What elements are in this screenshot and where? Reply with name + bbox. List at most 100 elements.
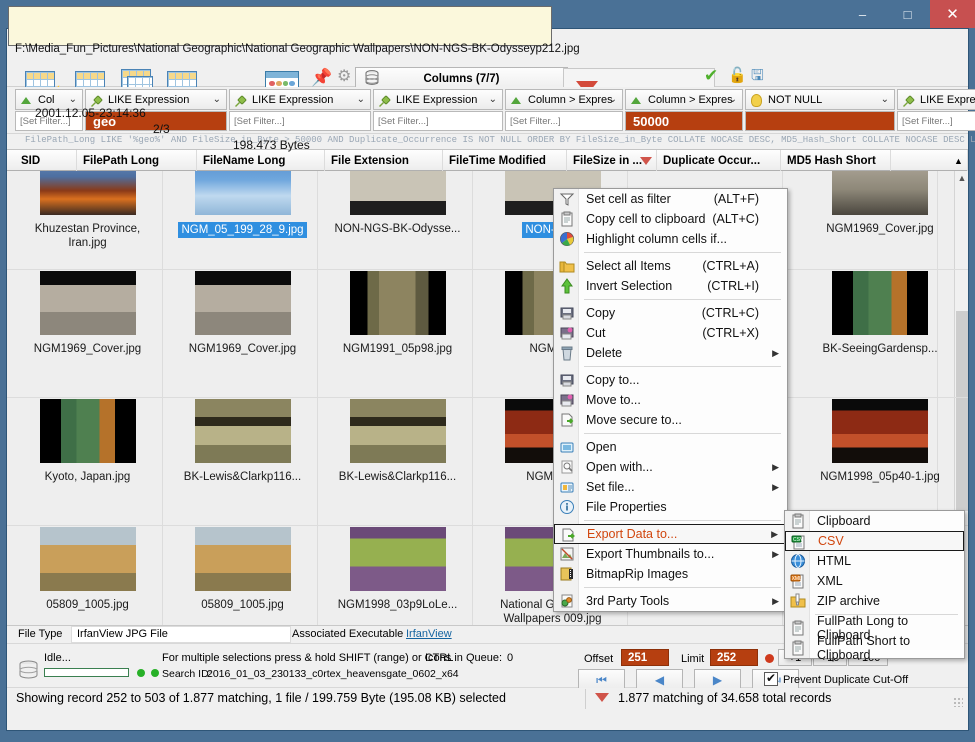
menu-item-copy-cell-to-clipboard[interactable]: Copy cell to clipboard (ALT+C)	[554, 209, 787, 229]
menu-item-open[interactable]: Open	[554, 437, 787, 457]
menu-item-open-with[interactable]: Open with... ▶	[554, 457, 787, 477]
bitmaprip-icon	[559, 566, 575, 582]
col-filter-md5-value[interactable]: [Set Filter...]	[897, 111, 975, 131]
thumbnail-cell[interactable]: NGM1969_Cover.jpg	[165, 271, 320, 356]
cut-icon	[559, 325, 575, 341]
menu-item-fullpath-short-to-clipboard[interactable]: FullPath Short to Clipboard	[785, 634, 964, 662]
resize-grip[interactable]	[953, 697, 963, 707]
thumbnail-cell[interactable]: NGM1969_Cover.jpg	[790, 171, 968, 236]
third-party-icon	[559, 593, 575, 609]
thumbnail-cell[interactable]: BK-Lewis&Clarkp116...	[320, 399, 475, 484]
menu-item-label: Select all Items	[586, 259, 671, 273]
thumbnail-caption: NGM1969_Cover.jpg	[188, 343, 297, 355]
thumbnail-image[interactable]	[194, 527, 291, 591]
thumbnail-cell[interactable]: Kyoto, Japan.jpg	[10, 399, 165, 484]
column-header-6[interactable]: Duplicate Occur...	[657, 150, 781, 171]
menu-item-select-all-items[interactable]: Select all Items (CTRL+A)	[554, 256, 787, 276]
window-buttons: – □ ✕	[840, 0, 975, 28]
menu-item-move-secure-to[interactable]: Move secure to...	[554, 410, 787, 430]
menu-item-label: Open	[586, 440, 617, 454]
menu-item-cut[interactable]: Cut (CTRL+X)	[554, 323, 787, 343]
menu-item-copy-to[interactable]: Copy to...	[554, 370, 787, 390]
offset-input[interactable]: 251	[621, 649, 669, 666]
menu-item-file-properties[interactable]: File Properties	[554, 497, 787, 517]
thumbnail-cell[interactable]: NGM1969_Cover.jpg	[10, 271, 165, 356]
menu-item-set-file[interactable]: Set file... ▶	[554, 477, 787, 497]
menu-item-set-cell-as-filter[interactable]: Set cell as filter (ALT+F)	[554, 189, 787, 209]
thumbnail-image[interactable]	[349, 527, 446, 591]
delete-icon	[559, 345, 575, 361]
menu-item-clipboard[interactable]: Clipboard	[785, 511, 964, 531]
limit-label: Limit	[681, 653, 705, 665]
thumbnail-image[interactable]	[194, 399, 291, 463]
check-icon[interactable]: ✔	[704, 67, 718, 84]
thumbnail-cell[interactable]: BK-SeeingGardensp...	[790, 271, 968, 356]
maximize-button[interactable]: □	[885, 0, 930, 28]
thumbnail-caption: Khuzestan Province, Iran.jpg	[34, 223, 141, 249]
thumbnail-cell[interactable]: 05809_1005.jpg	[165, 527, 320, 612]
save-overlay-icon[interactable]: 🖫	[751, 68, 764, 83]
menu-item-zip-archive[interactable]: ZIP archive	[785, 591, 964, 611]
menu-item-export-thumbnails-to[interactable]: Export Thumbnails to... ▶	[554, 544, 787, 564]
thumbnail-image[interactable]	[832, 171, 928, 215]
menu-item-label: Export Thumbnails to...	[586, 547, 715, 561]
thumbnail-caption: Kyoto, Japan.jpg	[44, 471, 131, 483]
menu-item-export-data-to[interactable]: Export Data to... ▶	[554, 524, 787, 544]
menu-item-delete[interactable]: Delete ▶	[554, 343, 787, 363]
menu-item-invert-selection[interactable]: Invert Selection (CTRL+I)	[554, 276, 787, 296]
export-data-submenu[interactable]: Clipboard CSV CSV HTML XML XML ZIP archive Full…	[784, 510, 965, 662]
copy-to-icon	[559, 372, 575, 388]
menu-item-3rd-party-tools[interactable]: 3rd Party Tools ▶	[554, 591, 787, 611]
col-filter-duplicate-type[interactable]: NOT NULL ⌄	[745, 89, 895, 110]
close-button[interactable]: ✕	[930, 0, 975, 28]
color-wheel-icon	[559, 231, 575, 247]
menu-item-accelerator: (CTRL+C)	[701, 306, 759, 320]
tooltip-size: 198.473 Bytes	[233, 138, 310, 152]
move-secure-icon	[559, 412, 575, 428]
menu-item-xml[interactable]: XML XML	[785, 571, 964, 591]
offset-label: Offset	[584, 653, 614, 665]
menu-item-csv[interactable]: CSV CSV	[785, 531, 964, 551]
menu-separator	[584, 587, 781, 588]
menu-separator	[584, 366, 781, 367]
prevent-cutoff-label: Prevent Duplicate Cut-Off	[783, 674, 909, 686]
col-filter-filesize-type[interactable]: Column > Expres ⌄	[625, 89, 743, 110]
menu-item-label: Set file...	[586, 480, 635, 494]
thumbnail-image[interactable]	[194, 271, 291, 335]
col-filter-filesize-value[interactable]: 50000	[625, 111, 743, 131]
menu-item-html[interactable]: HTML	[785, 551, 964, 571]
thumbnail-image[interactable]	[349, 399, 446, 463]
minimize-button[interactable]: –	[840, 0, 885, 28]
thumbnail-cell[interactable]: NGM1998_05p40-1.jpg	[790, 399, 968, 484]
thumbnail-caption: 05809_1005.jpg	[46, 599, 129, 611]
col-filter-md5-type[interactable]: LIKE Expression⌄	[897, 89, 975, 110]
menu-item-label: Cut	[586, 326, 606, 340]
thumbnail-cell[interactable]: NGM1998_03p9LoLe...	[320, 527, 475, 612]
column-header-7[interactable]: MD5 Hash Short	[781, 150, 891, 171]
limit-input[interactable]: 252	[710, 649, 758, 666]
thumbnail-cell[interactable]: 05809_1005.jpg	[10, 527, 165, 612]
thumbnail-cell[interactable]: BK-Lewis&Clarkp116...	[165, 399, 320, 484]
menu-item-copy[interactable]: Copy (CTRL+C)	[554, 303, 787, 323]
column-header-5[interactable]: FileSize in ...	[567, 150, 657, 171]
thumbnail-image[interactable]	[39, 527, 136, 591]
clipboard-icon	[790, 620, 806, 636]
associated-executable-link[interactable]: IrfanView	[406, 628, 452, 640]
col-filter-duplicate-value[interactable]	[745, 111, 895, 131]
thumbnail-image[interactable]	[349, 271, 446, 335]
thumbnail-image[interactable]	[39, 271, 136, 335]
prevent-cutoff-checkbox[interactable]	[764, 671, 778, 686]
thumbnail-image[interactable]	[39, 399, 136, 463]
context-menu[interactable]: Set cell as filter (ALT+F) Copy cell to cl…	[553, 188, 788, 612]
menu-item-bitmaprip-images[interactable]: BitmapRip Images	[554, 564, 787, 584]
tooltip-date: 2001.12.05-23:14:36	[35, 106, 146, 120]
menu-item-label: BitmapRip Images	[586, 567, 689, 581]
thumbnail-cell[interactable]: NGM1991_05p98.jpg	[320, 271, 475, 356]
unlock-icon[interactable]: 🔓	[728, 68, 747, 83]
menu-item-move-to[interactable]: Move to...	[554, 390, 787, 410]
thumbnail-image[interactable]	[832, 271, 928, 335]
move-to-icon	[559, 392, 575, 408]
menu-item-highlight-column-cells-if[interactable]: Highlight column cells if...	[554, 229, 787, 249]
thumbnail-image[interactable]	[832, 399, 928, 463]
column-header-scroll-corner[interactable]: ▲	[954, 150, 968, 171]
